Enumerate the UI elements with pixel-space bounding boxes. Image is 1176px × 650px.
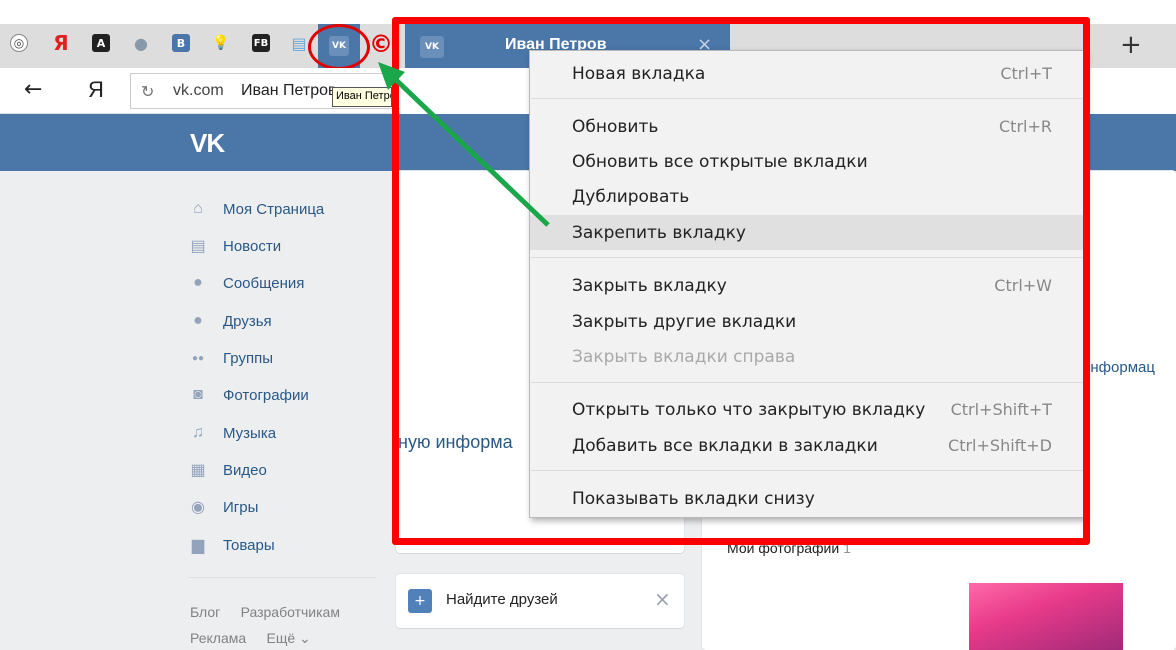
annotation-arrow (378, 62, 550, 227)
screenshot: ◎ Я A ● B 💡 FB ▤ VK © VK Иван Петров × +… (0, 0, 1176, 650)
